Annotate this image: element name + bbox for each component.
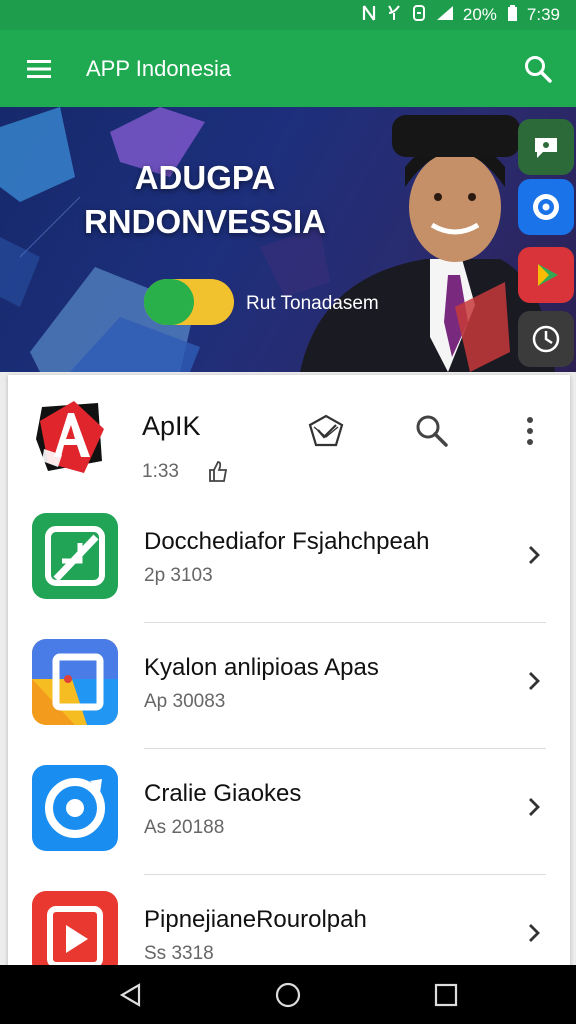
list-item-title: Kyalon anlipioas Apas	[144, 654, 379, 681]
recents-icon[interactable]	[430, 979, 462, 1011]
photos-icon	[32, 639, 118, 725]
featured-app-logo	[34, 399, 106, 475]
list-item[interactable]: Cralie Giaokes As 20188	[8, 749, 570, 875]
edit-square-icon	[32, 513, 118, 599]
shield-check-icon[interactable]	[304, 409, 348, 453]
list-item-subtitle: As 20188	[144, 817, 225, 838]
banner-toggle[interactable]	[144, 279, 234, 325]
promo-banner[interactable]: ADUGPA RNDONVESSIA Rut Tonadasem	[0, 107, 576, 372]
featured-app-name: ApIK	[142, 411, 201, 441]
banner-title-line1: ADUGPA	[134, 159, 276, 196]
list-item-title: Docchediafor Fsjahchpeah	[144, 528, 430, 555]
clock-icon[interactable]	[518, 311, 574, 367]
hamburger-menu-icon[interactable]	[22, 52, 56, 86]
list-item[interactable]: PipnejianeRourolpah Ss 3318	[8, 875, 570, 975]
chevron-right-icon[interactable]	[520, 913, 548, 953]
signal-icon	[436, 5, 454, 26]
clock-time: 7:39	[526, 5, 560, 24]
chevron-right-icon[interactable]	[520, 787, 548, 827]
list-item-subtitle: 2p 3103	[144, 565, 213, 586]
back-icon[interactable]	[115, 979, 147, 1011]
chevron-right-icon[interactable]	[520, 535, 548, 575]
list-item-subtitle: Ap 30083	[144, 691, 226, 712]
target-icon[interactable]	[518, 179, 574, 235]
chevron-right-icon[interactable]	[520, 661, 548, 701]
banner-title-line2: RNDONVESSIA	[83, 203, 327, 240]
list-item-subtitle: Ss 3318	[144, 943, 214, 964]
list-item-title: Cralie Giaokes	[144, 780, 302, 807]
compass-icon	[32, 765, 118, 851]
battery-percent: 20%	[462, 5, 497, 24]
app-bar: APP Indonesia	[0, 30, 576, 107]
vibrate-icon	[386, 4, 402, 27]
battery-icon	[506, 4, 518, 27]
list-item[interactable]: Docchediafor Fsjahchpeah 2p 3103	[8, 497, 570, 623]
play-triangle-icon	[32, 891, 118, 975]
play-icon[interactable]	[518, 247, 574, 303]
chat-icon[interactable]	[518, 119, 574, 175]
featured-app-meta: 1:33	[142, 461, 179, 482]
featured-app[interactable]: ApIK 1:33	[8, 375, 570, 490]
apps-card: ApIK 1:33 Docchediafor Fsjahchpeah 2p 31…	[8, 375, 570, 975]
nfc-icon	[361, 4, 377, 27]
more-vertical-icon[interactable]	[508, 409, 552, 453]
home-icon[interactable]	[272, 979, 304, 1011]
search-icon[interactable]	[520, 51, 556, 87]
system-nav-bar	[0, 965, 576, 1024]
list-item-title: PipnejianeRourolpah	[144, 906, 367, 933]
app-title: APP Indonesia	[86, 55, 232, 81]
thumbs-up-icon[interactable]	[206, 459, 230, 483]
list-item[interactable]: Kyalon anlipioas Apas Ap 30083	[8, 623, 570, 749]
alarm-icon	[411, 4, 427, 27]
featured-search-icon[interactable]	[410, 409, 454, 453]
status-bar: 20% 7:39	[0, 0, 576, 30]
banner-subtitle: Rut Tonadasem	[246, 293, 379, 314]
